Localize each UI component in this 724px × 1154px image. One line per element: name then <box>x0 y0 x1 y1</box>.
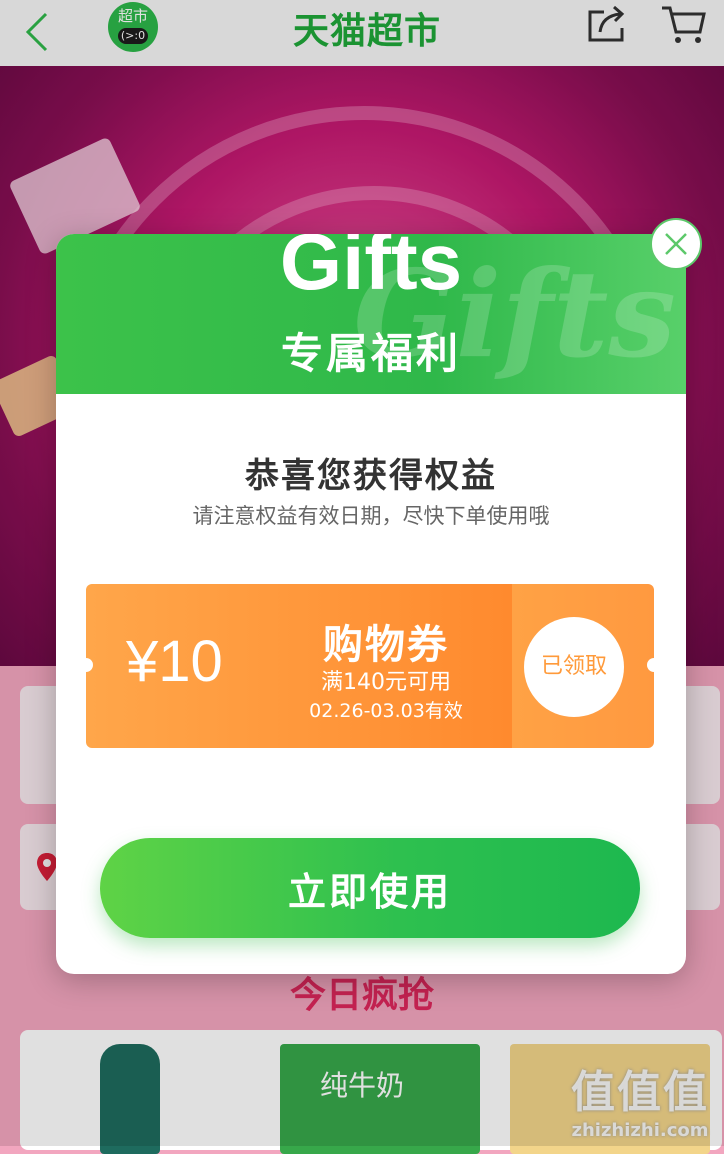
validity-note: 请注意权益有效日期，尽快下单使用哦 <box>192 504 550 528</box>
use-now-button[interactable]: 立即使用 <box>100 838 640 938</box>
coupon-card: ¥10 购物券 满140元可用 02.26-03.03有效 已领取 <box>86 584 654 748</box>
coupon-validity: 02.26-03.03有效 <box>309 700 463 722</box>
coupon-condition: 满140元可用 <box>321 670 451 695</box>
modal-header-subtitle: 专属福利 <box>280 329 461 378</box>
close-button[interactable] <box>650 218 702 270</box>
coupon-type: 购物券 <box>323 622 449 668</box>
congrats-heading: 恭喜您获得权益 <box>245 456 497 496</box>
coupon-notch <box>86 658 93 672</box>
coupon-claimed-badge: 已领取 <box>524 617 624 717</box>
gift-modal: Gifts Gifts 专属福利 恭喜您获得权益 请注意权益有效日期，尽快下单使… <box>56 234 686 974</box>
coupon-amount: ¥10 <box>126 629 223 694</box>
close-icon <box>665 233 687 255</box>
modal-header-title: Gifts <box>279 234 463 306</box>
modal-header: Gifts Gifts 专属福利 <box>56 234 686 394</box>
coupon-notch <box>647 658 654 672</box>
